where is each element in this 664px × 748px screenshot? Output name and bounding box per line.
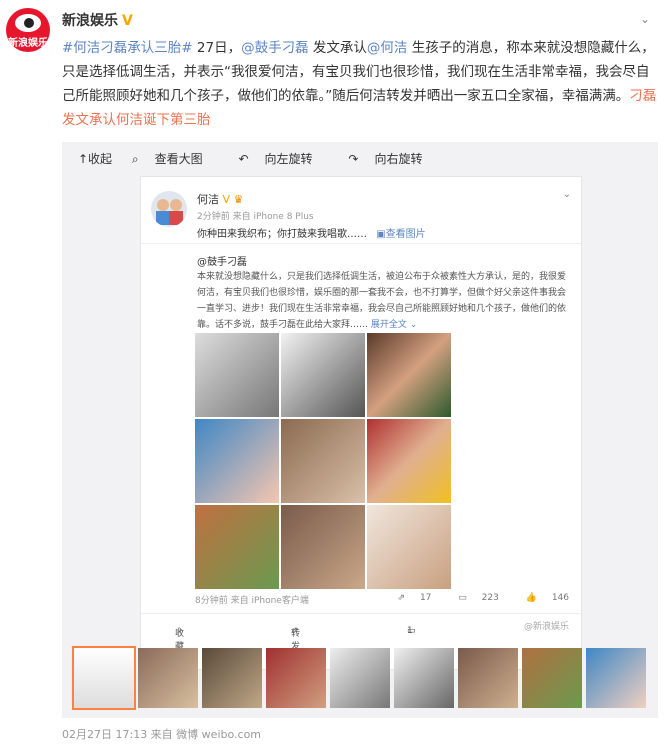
thumbnail-3[interactable]: [202, 648, 262, 708]
post-text-segment: 发文承认: [308, 40, 367, 56]
view-picture-link[interactable]: ▣查看图片: [376, 229, 425, 240]
photo-tattoo-back[interactable]: [195, 333, 279, 417]
media-toolbar: ↑收起 ⌕ 查看大图 ↶ 向左旋转 ↷ 向右旋转: [78, 150, 454, 167]
card-quote: 你种田来我织布；你打鼓来我唱歌…… ▣查看图片: [197, 225, 426, 240]
collapse-button[interactable]: ↑收起: [78, 152, 112, 166]
kid-face-icon: [170, 199, 182, 211]
photo-couple-selfie[interactable]: [281, 419, 365, 503]
card-author-text[interactable]: 何洁: [197, 193, 219, 206]
rotate-right-button[interactable]: ↷ 向右旋转: [348, 152, 438, 166]
like-count: 146: [551, 593, 569, 603]
view-picture-label: 查看图片: [385, 229, 426, 240]
chevron-down-icon[interactable]: ⌄: [563, 189, 571, 200]
thumbnail-9[interactable]: [586, 648, 646, 708]
thumbnail-6[interactable]: [394, 648, 454, 708]
thumbnail-1[interactable]: [72, 646, 136, 710]
verified-icon: V: [122, 13, 133, 29]
post-text-segment: 27日，: [196, 40, 242, 56]
chevron-down-icon[interactable]: ⌄: [640, 12, 650, 26]
card-meta: 2分钟前 来自 iPhone 8 Plus: [197, 212, 314, 222]
logo-eye-icon: [15, 14, 41, 32]
photo-family-baby[interactable]: [281, 505, 365, 589]
rotate-left-button[interactable]: ↶ 向左旋转: [238, 152, 328, 166]
thumbnail-5[interactable]: [330, 648, 390, 708]
post-text: #何洁刁磊承认三胎# 27日，@鼓手刁磊 发文承认@何洁 生孩子的消息，称本来就…: [62, 36, 658, 132]
repost-icon: ⇗: [397, 593, 406, 603]
repost-count: 17: [419, 593, 432, 603]
view-large-button[interactable]: ⌕ 查看大图: [132, 152, 219, 166]
photo-baby-christmas[interactable]: [367, 333, 451, 417]
embedded-post-card: 何洁 V ♛ 2分钟前 来自 iPhone 8 Plus 你种田来我织布；你打鼓…: [140, 176, 582, 670]
author-name-text[interactable]: 新浪娱乐: [62, 13, 118, 29]
comment-icon: ▭: [458, 593, 467, 603]
comment-stat[interactable]: ▭ 223: [446, 593, 499, 603]
photo-couple-kiss[interactable]: [367, 419, 451, 503]
rotate-left-label: 向左旋转: [264, 152, 313, 166]
comment-count: 223: [481, 593, 499, 603]
like-icon: 👍: [525, 593, 537, 603]
crown-icon: ♛: [233, 193, 244, 206]
thumbnail-4[interactable]: [266, 648, 326, 708]
photo-boy-outdoor[interactable]: [195, 505, 279, 589]
card-footer-time: 8分钟前 来自 iPhone客户端: [195, 596, 309, 606]
thumbnail-8[interactable]: [522, 648, 582, 708]
expand-link[interactable]: 展开全文: [371, 320, 407, 330]
thumbnail-2[interactable]: [138, 648, 198, 708]
card-author-name[interactable]: 何洁 V ♛: [197, 191, 243, 207]
rotate-right-icon: ↷: [348, 152, 359, 166]
post-footer: 02月27日 17:13 来自 微博 weibo.com: [62, 728, 262, 741]
watermark: @新浪娱乐: [523, 622, 569, 632]
rotate-right-label: 向右旋转: [374, 152, 423, 166]
rotate-left-icon: ↶: [238, 152, 249, 166]
expand-chevron-icon: ⌄: [409, 320, 418, 330]
kid-body-icon: [156, 211, 170, 225]
thumbnail-strip: [70, 646, 650, 710]
card-avatar[interactable]: [151, 191, 187, 227]
repost-stat[interactable]: ⇗ 17: [386, 593, 432, 603]
photo-baby-father[interactable]: [281, 333, 365, 417]
divider: [141, 243, 581, 244]
image-icon: ▣: [376, 229, 386, 240]
author-name[interactable]: 新浪娱乐 V: [62, 10, 133, 30]
post-link[interactable]: @鼓手刁磊: [241, 40, 309, 56]
kid-face-icon: [157, 199, 169, 211]
post-link[interactable]: @何洁: [367, 40, 408, 56]
comment-label: 1: [407, 626, 413, 636]
card-quote-text: 你种田来我织布；你打鼓来我唱歌……: [197, 229, 367, 240]
vip-icon: V: [222, 193, 231, 206]
media-viewer: ↑收起 ⌕ 查看大图 ↶ 向左旋转 ↷ 向右旋转 何洁 V ♛ 2分钟前 来自 iPh…: [62, 142, 658, 718]
card-stats: ⇗ 17 ▭ 223 👍 146: [374, 593, 569, 603]
zoom-icon: ⌕: [131, 152, 139, 166]
avatar-text: 新浪娱乐: [8, 38, 48, 49]
thumbnail-7[interactable]: [458, 648, 518, 708]
author-avatar[interactable]: 新浪娱乐: [6, 8, 50, 52]
card-mention[interactable]: @鼓手刁磊: [197, 253, 247, 268]
post-link[interactable]: #何洁刁磊承认三胎#: [62, 40, 197, 56]
kid-body-icon: [169, 211, 183, 225]
like-stat[interactable]: 👍 146: [514, 593, 569, 603]
card-body-text: 本来就没想隐藏什么，只是我们选择低调生活，被迫公布于众被素性大方承认，是的，我很…: [197, 269, 567, 333]
photo-baby-blue-bow[interactable]: [195, 419, 279, 503]
photo-newborn[interactable]: [367, 505, 451, 589]
view-large-label: 查看大图: [154, 152, 203, 166]
card-action-bar: ☆ 收藏 ⇗ 转发 ▭ 1: [141, 613, 581, 652]
